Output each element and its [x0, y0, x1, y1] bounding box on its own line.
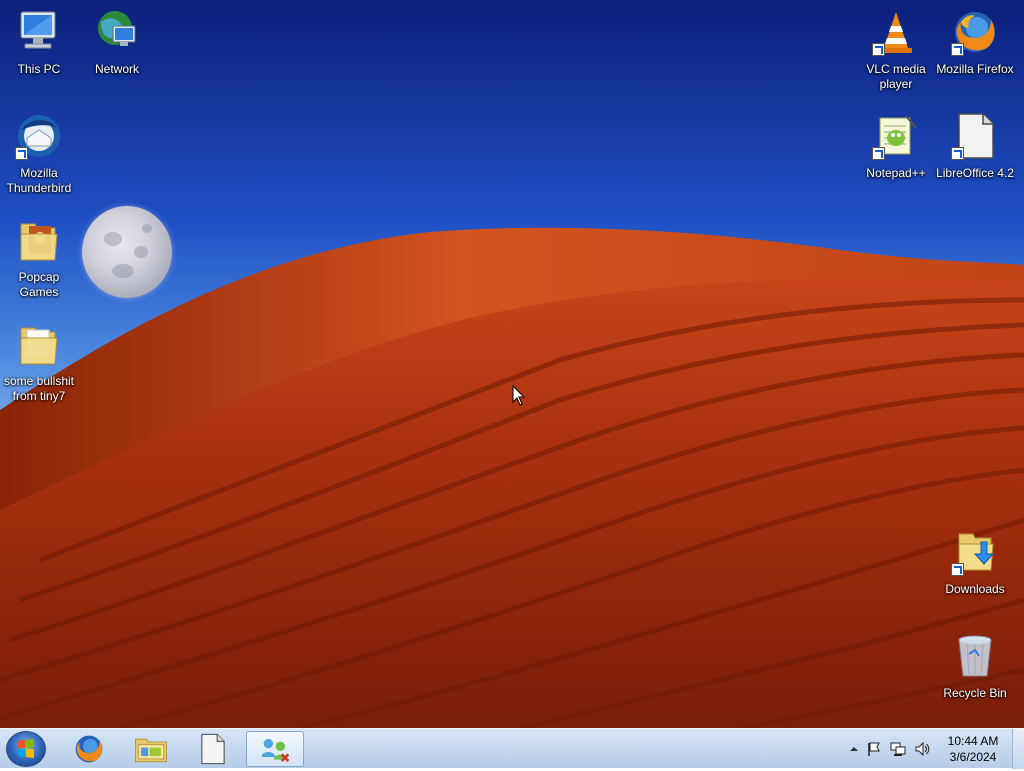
shortcut-arrow-icon	[15, 147, 28, 160]
desktop-icon-this-pc[interactable]: This PC	[0, 8, 78, 77]
windows-logo-icon	[18, 739, 34, 758]
thunderbird-icon	[15, 112, 63, 160]
libreoffice-icon	[201, 733, 225, 765]
vlc-cone-icon	[872, 8, 920, 56]
firefox-icon	[951, 8, 999, 56]
start-button[interactable]	[6, 731, 46, 767]
clock-date: 3/6/2024	[949, 750, 997, 764]
taskbar-file-explorer-button[interactable]	[122, 731, 180, 767]
sand-dune-image	[0, 227, 1024, 728]
show-hidden-icons-arrow[interactable]	[846, 741, 862, 757]
desktop-icon-vlc[interactable]: VLC media player	[857, 8, 935, 92]
desktop-icon-label: Recycle Bin	[943, 686, 1007, 700]
desktop-icon-firefox[interactable]: Mozilla Firefox	[936, 8, 1014, 77]
desktop-icon-label: Popcap Games	[18, 270, 60, 299]
network-app-icon	[261, 739, 290, 762]
notepadpp-icon	[872, 112, 920, 160]
folder-icon	[15, 216, 63, 264]
folder-icon	[15, 320, 63, 368]
taskbar-clock[interactable]: 10:44 AM 3/6/2024	[934, 733, 1012, 765]
desktop-icon-libreoffice[interactable]: LibreOffice 4.2	[936, 112, 1014, 181]
desktop-icon-thunderbird[interactable]: Mozilla Thunderbird	[0, 112, 78, 196]
action-center-flag-icon[interactable]	[866, 741, 882, 757]
shortcut-arrow-icon	[872, 147, 885, 160]
volume-icon[interactable]	[914, 741, 930, 757]
desktop-icon-label: Mozilla Thunderbird	[6, 166, 72, 195]
taskbar-firefox-button[interactable]	[60, 731, 118, 767]
computer-icon	[15, 8, 63, 56]
desktop-icon-label: Notepad++	[866, 166, 926, 180]
desktop-wallpaper: This PC Network Mozilla Thunderbird Popc…	[0, 0, 1024, 728]
desktop-icon-label: Network	[94, 62, 139, 76]
taskbar-network-app-button[interactable]	[246, 731, 304, 767]
downloads-folder-icon	[951, 528, 999, 576]
desktop-icon-tiny7-folder[interactable]: some bullshit from tiny7	[0, 320, 78, 404]
recycle-bin-icon	[951, 632, 999, 680]
firefox-icon	[75, 735, 103, 763]
network-icon[interactable]	[890, 741, 906, 757]
file-explorer-icon	[135, 738, 167, 763]
desktop-icon-label: Mozilla Firefox	[936, 62, 1014, 76]
mouse-cursor-icon	[512, 385, 526, 406]
network-globe-icon	[93, 8, 141, 56]
desktop-icon-label: VLC media player	[866, 62, 926, 91]
moon-image	[82, 206, 172, 298]
libreoffice-icon	[951, 112, 999, 160]
desktop-icon-label: LibreOffice 4.2	[936, 166, 1014, 180]
desktop-icon-label: Downloads	[945, 582, 1005, 596]
desktop-icon-label: some bullshit from tiny7	[3, 374, 75, 403]
desktop-icon-popcap-games[interactable]: Popcap Games	[0, 216, 78, 300]
taskbar-libreoffice-button[interactable]	[184, 731, 242, 767]
desktop-icon-notepadpp[interactable]: Notepad++	[857, 112, 935, 181]
shortcut-arrow-icon	[951, 43, 964, 56]
desktop-icon-downloads[interactable]: Downloads	[936, 528, 1014, 597]
shortcut-arrow-icon	[951, 563, 964, 576]
shortcut-arrow-icon	[872, 43, 885, 56]
shortcut-arrow-icon	[951, 147, 964, 160]
desktop-icon-label: This PC	[17, 62, 61, 76]
show-desktop-button[interactable]	[1012, 729, 1024, 769]
desktop-icon-network[interactable]: Network	[78, 8, 156, 77]
desktop-icon-recycle-bin[interactable]: Recycle Bin	[936, 632, 1014, 701]
clock-time: 10:44 AM	[947, 734, 999, 748]
taskbar: 10:44 AM 3/6/2024	[0, 728, 1024, 769]
